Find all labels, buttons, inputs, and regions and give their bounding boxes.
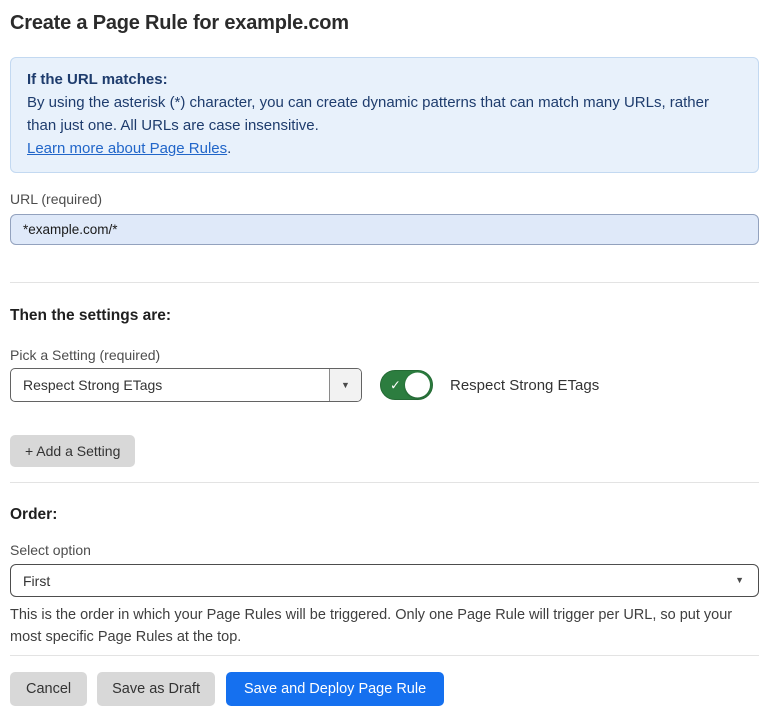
check-icon: ✓ [390,379,401,392]
info-link-suffix: . [227,140,231,157]
order-help-text: This is the order in which your Page Rul… [10,604,759,648]
divider [10,282,759,283]
order-section-heading: Order: [10,505,759,524]
setting-select-arrow-button[interactable]: ▼ [329,369,361,401]
order-select-label: Select option [10,542,759,559]
cancel-button[interactable]: Cancel [10,672,87,706]
save-and-deploy-button[interactable]: Save and Deploy Page Rule [226,672,444,706]
url-input[interactable] [10,214,759,245]
page-title: Create a Page Rule for example.com [10,10,759,36]
add-setting-button[interactable]: + Add a Setting [10,435,135,467]
divider [10,482,759,483]
chevron-down-icon: ▼ [341,381,350,390]
setting-toggle-label: Respect Strong ETags [450,377,599,394]
url-field-label: URL (required) [10,191,759,208]
save-as-draft-button[interactable]: Save as Draft [97,672,215,706]
settings-section-heading: Then the settings are: [10,306,759,325]
chevron-down-icon: ▼ [735,576,744,585]
order-select-value: First [23,573,50,589]
toggle-knob [405,373,430,398]
setting-toggle[interactable]: ✓ [380,370,433,400]
setting-picker-label: Pick a Setting (required) [10,347,759,364]
footer-actions: Cancel Save as Draft Save and Deploy Pag… [10,672,759,706]
info-link-line: Learn more about Page Rules. [27,137,742,160]
order-select[interactable]: First ▼ [10,564,759,597]
page-rule-form: Create a Page Rule for example.com If th… [0,10,769,706]
divider [10,655,759,656]
url-match-info-callout: If the URL matches: By using the asteris… [10,57,759,173]
learn-more-link[interactable]: Learn more about Page Rules [27,140,227,157]
info-heading: If the URL matches: [27,68,742,91]
setting-select[interactable]: Respect Strong ETags ▼ [10,368,362,402]
setting-row: Respect Strong ETags ▼ ✓ Respect Strong … [10,368,759,402]
info-body: By using the asterisk (*) character, you… [27,91,742,137]
setting-select-value: Respect Strong ETags [11,369,329,401]
